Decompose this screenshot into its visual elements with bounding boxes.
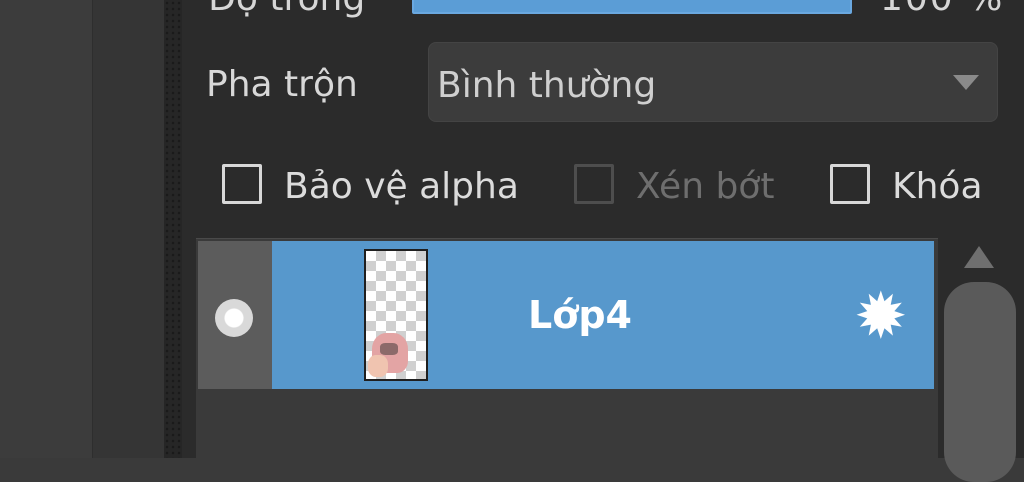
opacity-value: 100 % bbox=[880, 0, 1004, 19]
clipping-checkbox bbox=[574, 164, 614, 204]
layer-thumbnail bbox=[364, 249, 428, 381]
lock-label: Khóa bbox=[892, 166, 983, 207]
gear-icon[interactable]: ✹ bbox=[854, 285, 908, 349]
layer-row[interactable]: Lớp4 ✹ bbox=[198, 241, 934, 389]
scroll-thumb[interactable] bbox=[944, 282, 1016, 482]
opacity-slider[interactable] bbox=[412, 0, 852, 14]
layer-list: Lớp4 ✹ bbox=[196, 238, 938, 459]
visibility-dot-icon bbox=[215, 299, 253, 337]
alpha-protect-checkbox[interactable] bbox=[222, 164, 262, 204]
clipping-label: Xén bớt bbox=[636, 166, 775, 207]
alpha-protect-label: Bảo vệ alpha bbox=[284, 166, 519, 207]
visibility-toggle[interactable] bbox=[198, 241, 272, 389]
blend-mode-select[interactable]: Bình thường bbox=[428, 42, 998, 122]
layer-list-scrollbar[interactable] bbox=[940, 238, 1024, 482]
opacity-label: Độ trong bbox=[208, 0, 365, 19]
blend-mode-value: Bình thường bbox=[437, 65, 657, 106]
layer-name: Lớp4 bbox=[528, 293, 632, 337]
panel-resize-handle[interactable] bbox=[164, 0, 182, 458]
triangle-up-icon[interactable] bbox=[964, 246, 994, 268]
lock-checkbox[interactable] bbox=[830, 164, 870, 204]
chevron-down-icon bbox=[953, 75, 979, 90]
blend-mode-label: Pha trộn bbox=[206, 64, 358, 105]
canvas-area bbox=[0, 0, 92, 458]
side-toolbar bbox=[92, 0, 165, 458]
